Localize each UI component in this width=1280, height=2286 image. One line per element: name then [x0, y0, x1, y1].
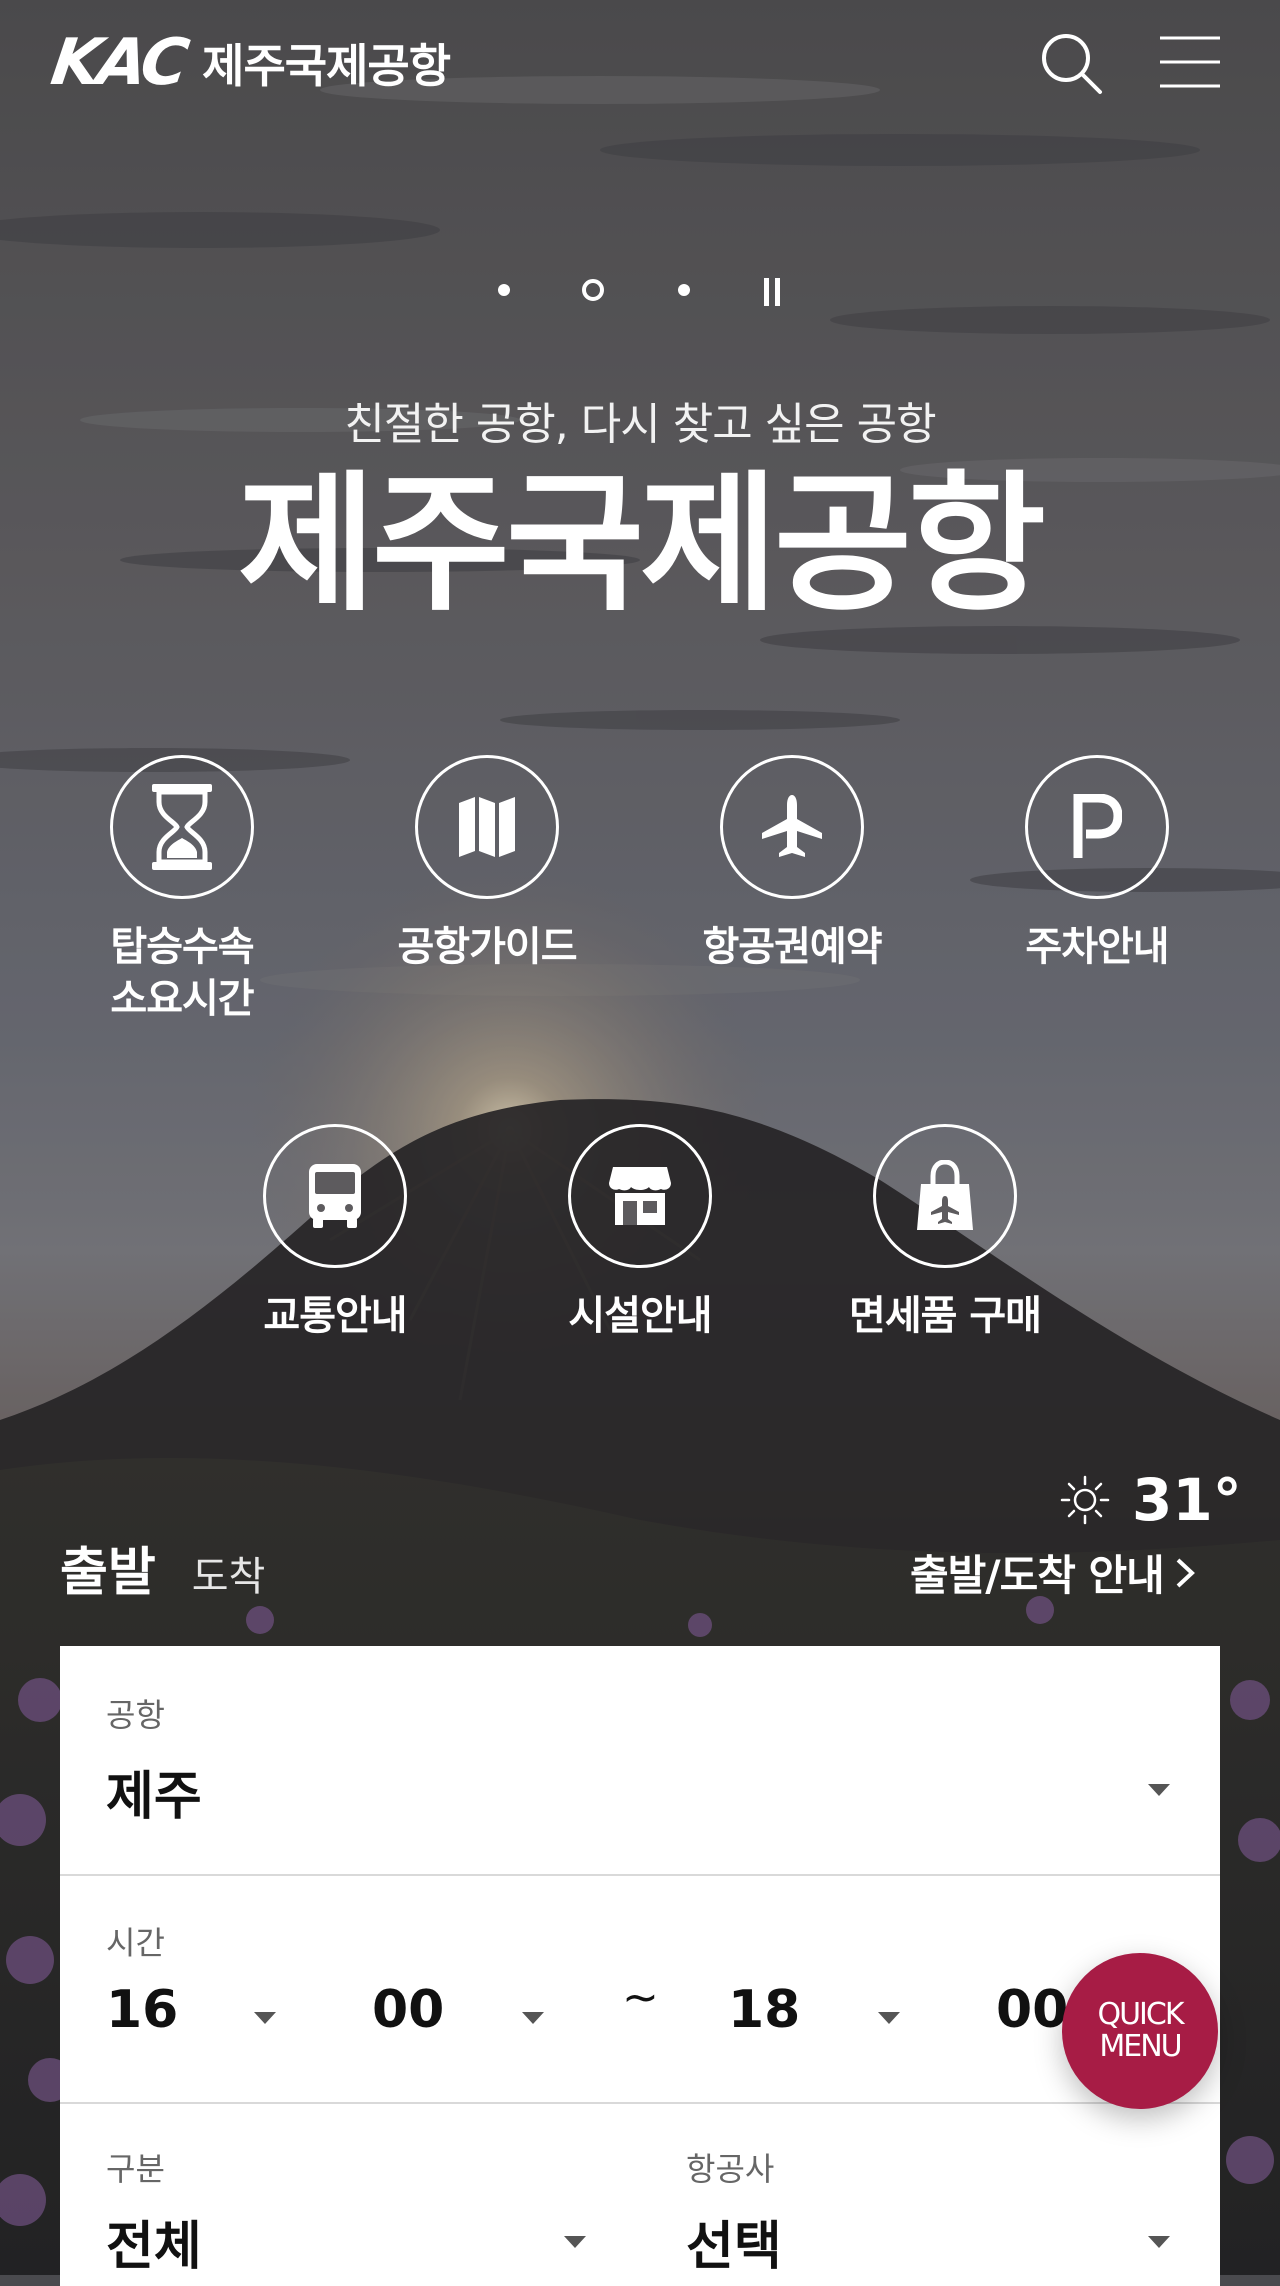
quick-menu-line1: QUICK	[1097, 1997, 1184, 2032]
quick-button-parking[interactable]: 주차안내	[982, 755, 1212, 973]
tab-departure[interactable]: 출발	[60, 1530, 156, 1605]
quick-button-label: 면세품 구매	[849, 1293, 1042, 1339]
hero-slider-controls	[490, 272, 800, 312]
quick-button-boarding-time[interactable]: 탑승수속 소요시간	[67, 755, 297, 1025]
tab-arrival[interactable]: 도착	[192, 1544, 266, 1602]
slider-dot-3[interactable]	[678, 284, 690, 296]
shopping-bag-plane-icon	[917, 1160, 973, 1230]
time-row: 시간 16 00 ~ 18 00	[60, 1876, 1220, 2104]
type-value: 전체	[106, 2217, 202, 2277]
flight-info-link[interactable]: 출발/도착 안내	[910, 1542, 1196, 1603]
temperature-text: 31°	[1132, 1466, 1242, 1534]
bus-icon	[309, 1164, 361, 1228]
hero-title: 제주국제공항	[237, 458, 1046, 632]
chevron-down-icon	[1148, 1784, 1170, 1796]
slider-dot-2-active[interactable]	[582, 279, 604, 301]
parking-icon	[1073, 794, 1122, 858]
kac-logo-mark: KAC	[46, 26, 190, 100]
time-to-hour-value: 18	[728, 1980, 801, 2040]
site-logo[interactable]: KAC 제주국제공항	[47, 26, 451, 100]
type-label: 구분	[106, 2150, 165, 2188]
chevron-down-icon	[1148, 2236, 1170, 2248]
menu-button[interactable]	[1158, 34, 1222, 90]
quick-menu-button[interactable]: QUICK MENU	[1062, 1953, 1218, 2109]
quick-button-label: 시설안내	[568, 1293, 712, 1339]
time-from-min-value: 00	[372, 1980, 445, 2040]
slider-dot-1[interactable]	[498, 284, 510, 296]
chevron-down-icon	[254, 2012, 276, 2024]
chevron-down-icon	[564, 2236, 586, 2248]
search-button[interactable]	[1038, 30, 1104, 96]
quick-button-airport-guide[interactable]: 공항가이드	[372, 755, 602, 973]
type-airline-row: 구분 전체 항공사 선택	[60, 2104, 1220, 2286]
quick-button-label: 교통안내	[263, 1293, 407, 1339]
airport-label: 공항	[106, 1696, 165, 1734]
chevron-right-icon	[1176, 1558, 1195, 1587]
time-to-min-value: 00	[996, 1980, 1069, 2040]
flight-tabs: 출발 도착	[60, 1530, 265, 1605]
airline-label: 항공사	[686, 2150, 775, 2188]
pause-icon	[764, 278, 769, 306]
quick-button-label: 항공권예약	[702, 924, 883, 970]
chevron-down-icon	[522, 2012, 544, 2024]
sun-icon	[1060, 1475, 1110, 1525]
airport-logo-text: 제주국제공항	[202, 39, 451, 93]
quick-button-transport[interactable]: 교통안내	[220, 1124, 450, 1342]
store-icon	[609, 1167, 671, 1225]
airline-value: 선택	[686, 2217, 782, 2277]
time-separator: ~	[622, 1972, 659, 2023]
quick-button-facilities[interactable]: 시설안내	[525, 1124, 755, 1342]
quick-button-label: 공항가이드	[397, 924, 578, 970]
hourglass-icon	[152, 784, 212, 870]
quick-button-duty-free[interactable]: 면세품 구매	[830, 1124, 1060, 1342]
time-label: 시간	[106, 1924, 165, 1962]
flight-info-link-label: 출발/도착 안내	[910, 1551, 1165, 1600]
weather-widget: 31°	[1060, 1466, 1242, 1534]
hero-subtitle: 친절한 공항, 다시 찾고 싶은 공항	[344, 399, 936, 450]
map-icon	[459, 797, 515, 857]
airport-select[interactable]: 공항 제주	[60, 1646, 1220, 1876]
airport-value: 제주	[106, 1767, 202, 1827]
quick-menu-line2: MENU	[1099, 2029, 1182, 2064]
time-from-hour-value: 16	[106, 1980, 179, 2040]
slider-pause-button[interactable]	[762, 278, 782, 306]
site-header: KAC 제주국제공항	[0, 0, 1280, 130]
quick-button-label: 탑승수속 소요시간	[110, 924, 254, 1022]
search-icon	[1042, 34, 1102, 94]
quick-button-label: 주차안내	[1025, 924, 1169, 970]
airplane-icon	[762, 795, 822, 857]
flight-search-panel: 공항 제주 시간 16 00 ~ 18 00 구분 전체 항공사 선택	[60, 1646, 1220, 2286]
hamburger-menu-icon	[1160, 36, 1220, 88]
quick-button-ticket-booking[interactable]: 항공권예약	[677, 755, 907, 973]
chevron-down-icon	[878, 2012, 900, 2024]
